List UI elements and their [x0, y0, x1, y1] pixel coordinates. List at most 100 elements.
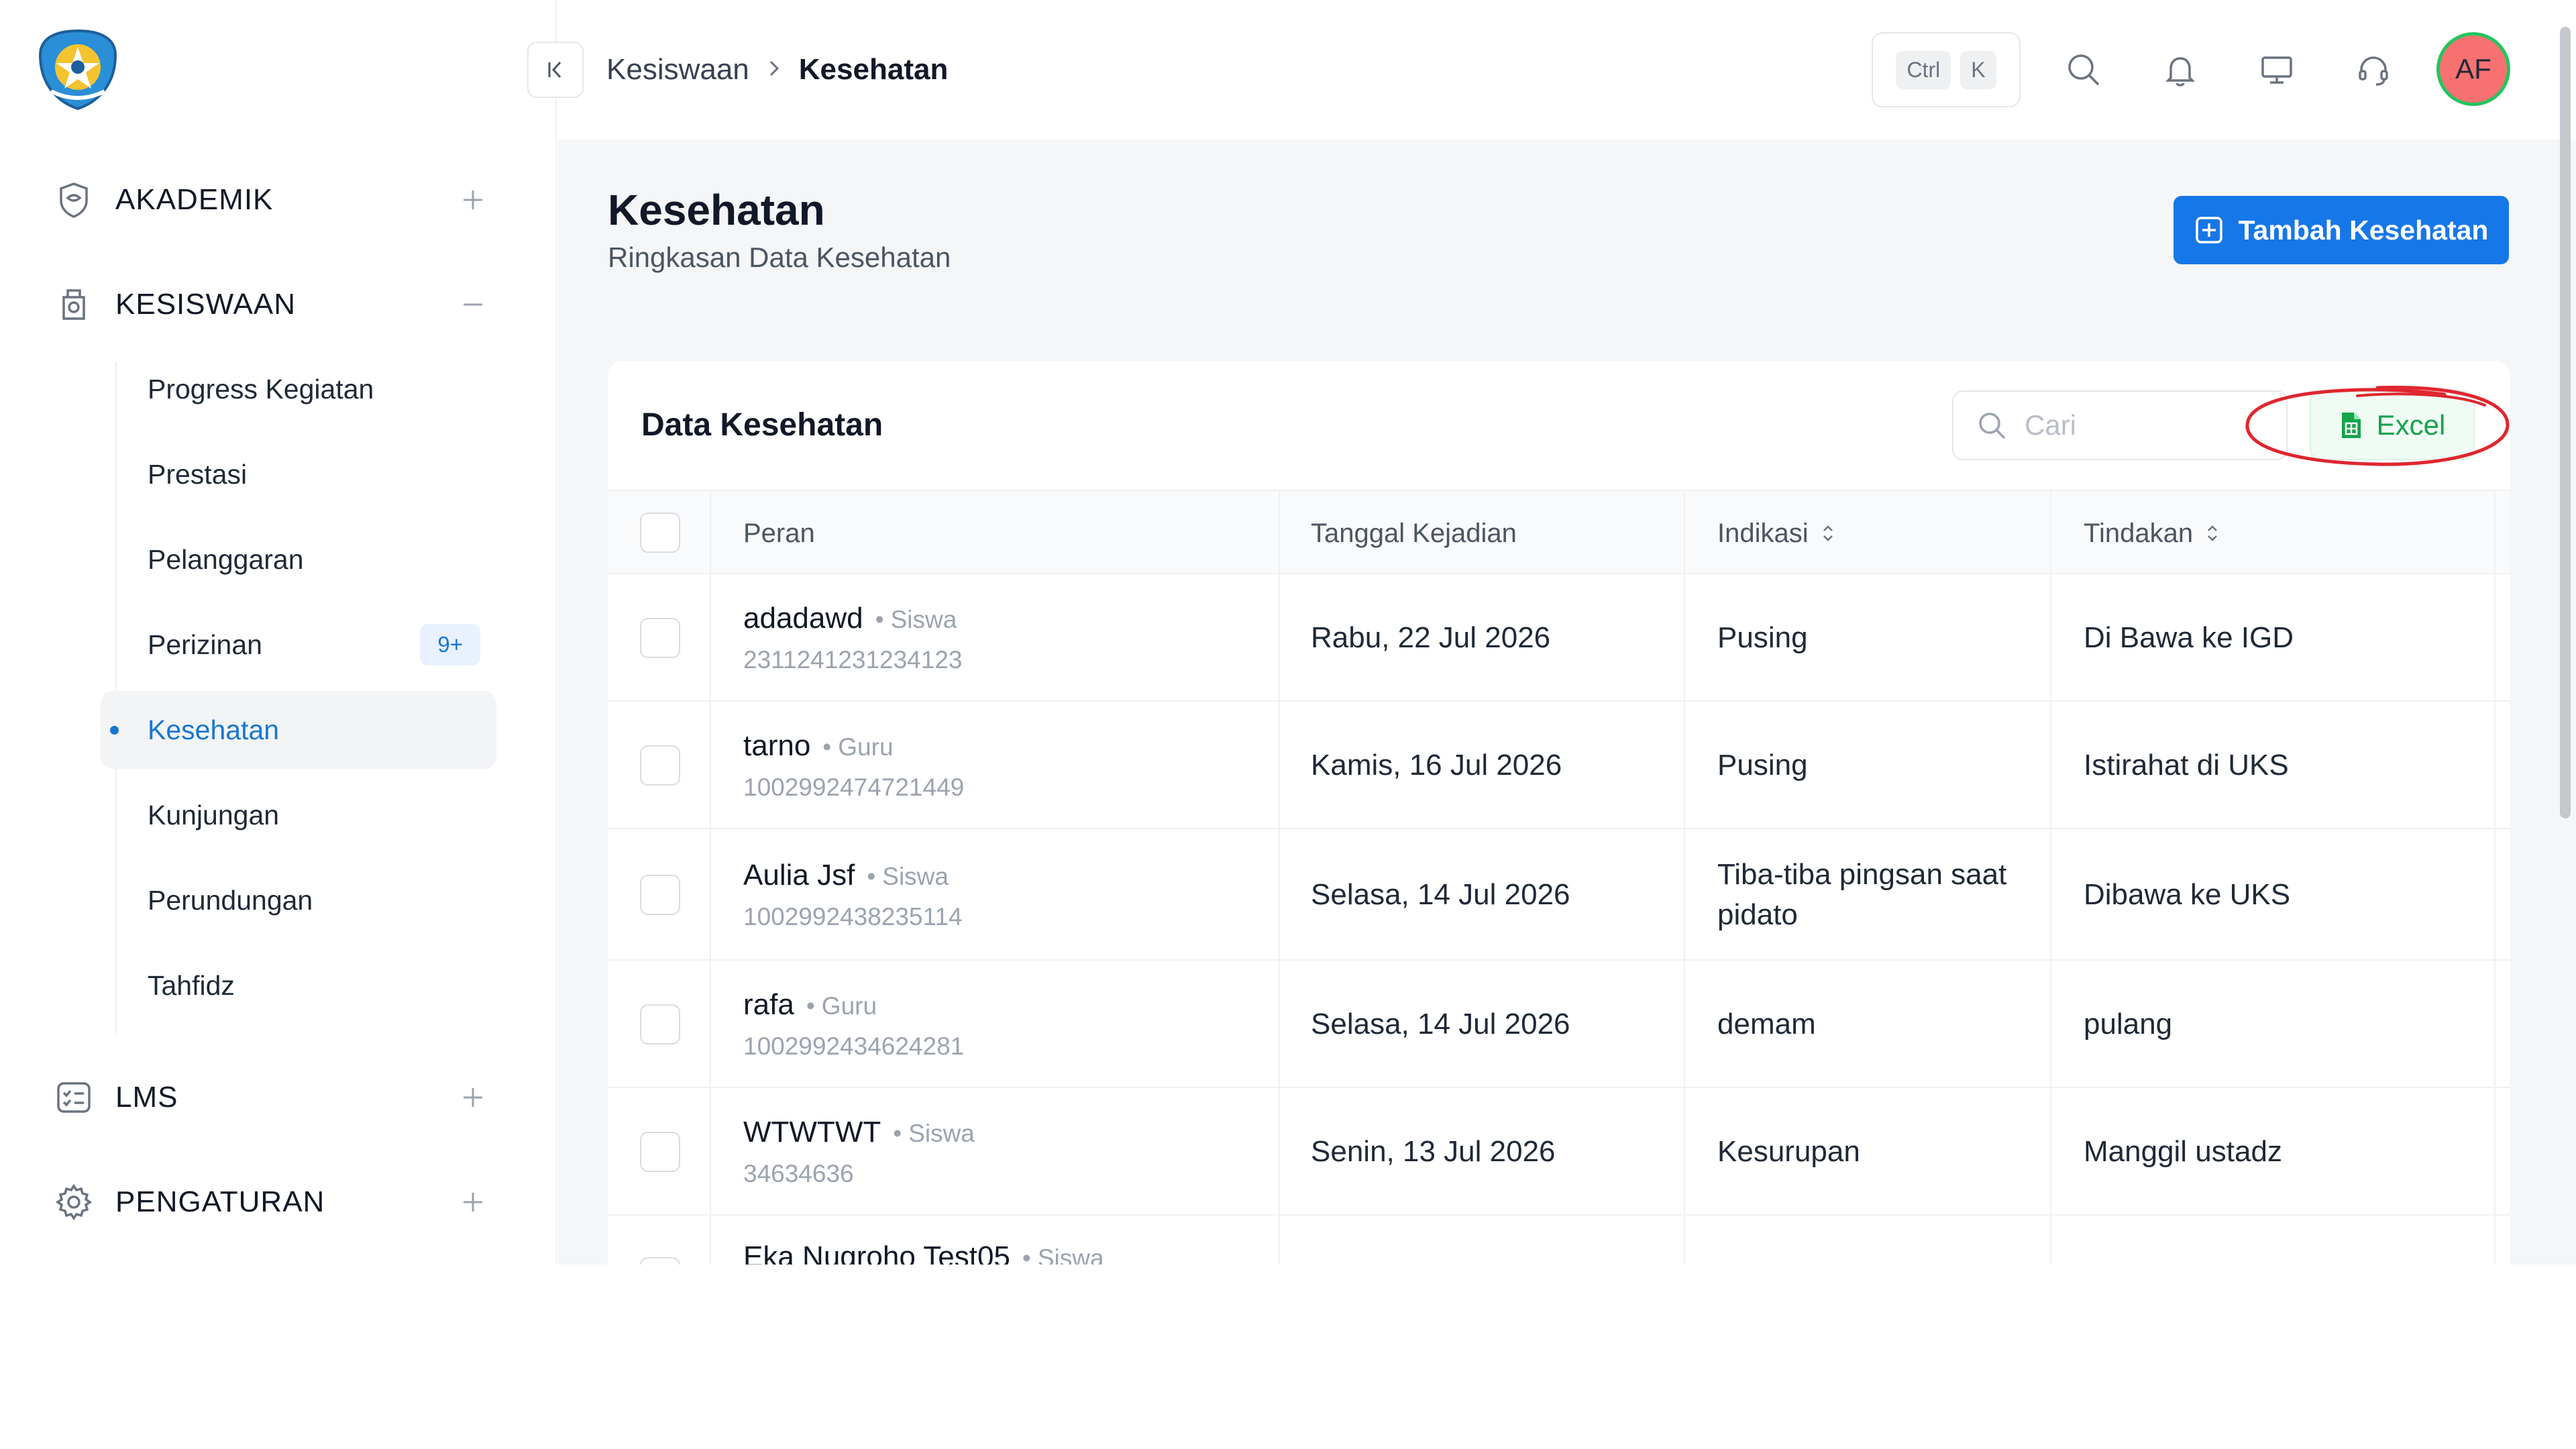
sidebar-group-lms[interactable]: LMS	[54, 1067, 490, 1128]
sidebar-group-akademik[interactable]: AKADEMIK	[54, 170, 490, 230]
person-role: Siswa	[867, 863, 949, 891]
incident-date: Selasa, 14 Jul 2026	[1311, 878, 1570, 911]
card-title: Data Kesehatan	[641, 407, 883, 443]
collapse-minus-icon[interactable]	[456, 288, 490, 321]
action-text: Di Bawa ke IGD	[2084, 621, 2294, 654]
sidebar-group-kesiswaan[interactable]: KESISWAAN	[54, 274, 490, 335]
row-checkbox[interactable]	[640, 745, 680, 786]
sidebar-item-prestasi[interactable]: Prestasi	[101, 435, 496, 513]
indication-text: Pusing	[1717, 749, 1808, 782]
select-all-checkbox[interactable]	[640, 513, 680, 553]
expand-plus-icon[interactable]	[456, 183, 490, 217]
sidebar-item-label: Kesehatan	[148, 714, 280, 745]
column-label: Indikasi	[1717, 518, 1809, 548]
table-row[interactable]: Eka Nugroho Test05 Siswa	[608, 1216, 2510, 1265]
sidebar-item-label: Perizinan	[148, 629, 262, 660]
sidebar-item-label: Prestasi	[148, 458, 248, 490]
column-label: Tindakan	[2084, 518, 2194, 548]
column-label: Peran	[743, 518, 815, 548]
sidebar-item-label: Kunjungan	[148, 799, 280, 830]
column-label: Tanggal Kejadian	[1311, 518, 1517, 548]
person-role: Guru	[806, 992, 877, 1020]
person-name: Eka Nugroho Test05	[743, 1240, 1010, 1265]
table-row[interactable]: Aulia Jsf Siswa 1002992438235114 Selasa, …	[608, 829, 2510, 961]
excel-button-label: Excel	[2376, 409, 2446, 441]
sidebar-item-perizinan[interactable]: Perizinan 9+	[101, 606, 496, 684]
bell-icon[interactable]	[2157, 47, 2203, 93]
search-box[interactable]	[1952, 390, 2288, 460]
indication-text: Tiba-tiba pingsan saat pidato	[1717, 858, 2007, 931]
action-text: pulang	[2084, 1008, 2173, 1040]
expand-plus-icon[interactable]	[456, 1185, 490, 1219]
cell-indikasi: Tiba-tiba pingsan saat pidato	[1717, 829, 2033, 961]
add-kesehatan-button[interactable]: Tambah Kesehatan	[2174, 196, 2509, 264]
person-id-number: 1002992474721449	[743, 773, 965, 801]
person-name: rafa	[743, 988, 794, 1021]
row-checkbox[interactable]	[640, 1257, 680, 1265]
collapse-sidebar-button[interactable]	[527, 42, 584, 98]
sidebar-group-label: LMS	[115, 1081, 178, 1114]
sidebar-item-perundungan[interactable]: Perundungan	[101, 861, 496, 939]
sidebar-item-label: Pelanggaran	[148, 543, 304, 575]
command-palette-shortcut[interactable]: Ctrl K	[1872, 32, 2021, 107]
notification-badge: 9+	[420, 624, 480, 665]
column-header-tindakan[interactable]: Tindakan	[2084, 491, 2220, 576]
cell-peran: adadawd Siswa 2311241231234123	[743, 574, 963, 702]
chevron-right-icon	[767, 55, 782, 85]
sort-icon[interactable]	[1821, 523, 1835, 544]
table-row[interactable]: rafa Guru 1002992434624281 Selasa, 14 Jul…	[608, 961, 2510, 1088]
sidebar-item-label: Tahfidz	[148, 969, 235, 1001]
gear-icon	[54, 1182, 94, 1222]
add-button-label: Tambah Kesehatan	[2238, 214, 2489, 246]
kbd-k: K	[1960, 50, 1996, 89]
row-checkbox[interactable]	[640, 1004, 680, 1044]
sidebar-group-label: KESISWAAN	[115, 288, 296, 321]
person-role: Siswa	[875, 606, 957, 634]
column-header-indikasi[interactable]: Indikasi	[1717, 491, 1835, 576]
cell-tanggal: Kamis, 16 Jul 2026	[1311, 702, 1562, 829]
search-icon[interactable]	[2061, 47, 2106, 93]
person-name: WTWTWT	[743, 1116, 881, 1148]
search-input[interactable]	[2025, 409, 2266, 441]
sidebar-item-pelanggaran[interactable]: Pelanggaran	[101, 521, 496, 598]
cell-indikasi: Pusing	[1717, 574, 2033, 702]
cell-tindakan: pulang	[2084, 961, 2172, 1088]
row-checkbox[interactable]	[640, 618, 680, 658]
table-row[interactable]: WTWTWTSiswa 34634636 Senin, 13 Jul 2026 …	[608, 1088, 2510, 1216]
sidebar-item-kesehatan[interactable]: Kesehatan	[101, 691, 496, 769]
sidebar-item-progress-kegiatan[interactable]: Progress Kegiatan	[101, 350, 496, 428]
kbd-ctrl: Ctrl	[1896, 50, 1951, 89]
student-icon	[54, 284, 94, 325]
breadcrumb-link-kesiswaan[interactable]: Kesiswaan	[606, 53, 749, 87]
person-id-number: 1002992438235114	[743, 903, 963, 930]
cell-tanggal: Selasa, 14 Jul 2026	[1311, 829, 1570, 961]
lms-icon	[54, 1077, 94, 1118]
sidebar-item-kunjungan[interactable]: Kunjungan	[101, 776, 496, 854]
expand-plus-icon[interactable]	[456, 1081, 490, 1114]
cell-peran: Eka Nugroho Test05 Siswa	[743, 1237, 1104, 1265]
page-scrollbar[interactable]	[2560, 27, 2571, 818]
incident-date: Selasa, 14 Jul 2026	[1311, 1008, 1570, 1040]
plus-square-icon	[2195, 217, 2222, 244]
table-row[interactable]: tarno Guru 1002992474721449 Kamis, 16 Jul…	[608, 702, 2510, 829]
headset-icon[interactable]	[2351, 47, 2396, 93]
row-checkbox[interactable]	[640, 875, 680, 915]
sidebar-item-tahfidz[interactable]: Tahfidz	[101, 947, 496, 1024]
action-text: Manggil ustadz	[2084, 1135, 2282, 1168]
user-avatar[interactable]: AF	[2436, 32, 2510, 106]
school-logo[interactable]	[35, 27, 121, 113]
cell-peran: Aulia Jsf Siswa 1002992438235114	[743, 829, 963, 961]
cell-tindakan: Dibawa ke UKS	[2084, 829, 2290, 961]
cell-indikasi: Pusing	[1717, 702, 2033, 829]
person-name: tarno	[743, 729, 811, 762]
row-checkbox[interactable]	[640, 1132, 680, 1172]
person-role: Siswa	[893, 1120, 975, 1148]
person-role: Guru	[822, 733, 893, 761]
data-kesehatan-card: Data Kesehatan Excel Peran Tanggal Kejad…	[608, 361, 2510, 1265]
export-excel-button[interactable]: Excel	[2310, 390, 2475, 460]
monitor-icon[interactable]	[2254, 47, 2300, 93]
sidebar: AKADEMIK KESISWAAN Progress Kegiatan Pre…	[0, 0, 557, 1265]
sort-icon[interactable]	[2205, 523, 2220, 544]
table-row[interactable]: adadawd Siswa 2311241231234123 Rabu, 22 J…	[608, 574, 2510, 702]
sidebar-group-pengaturan[interactable]: PENGATURAN	[54, 1172, 490, 1232]
